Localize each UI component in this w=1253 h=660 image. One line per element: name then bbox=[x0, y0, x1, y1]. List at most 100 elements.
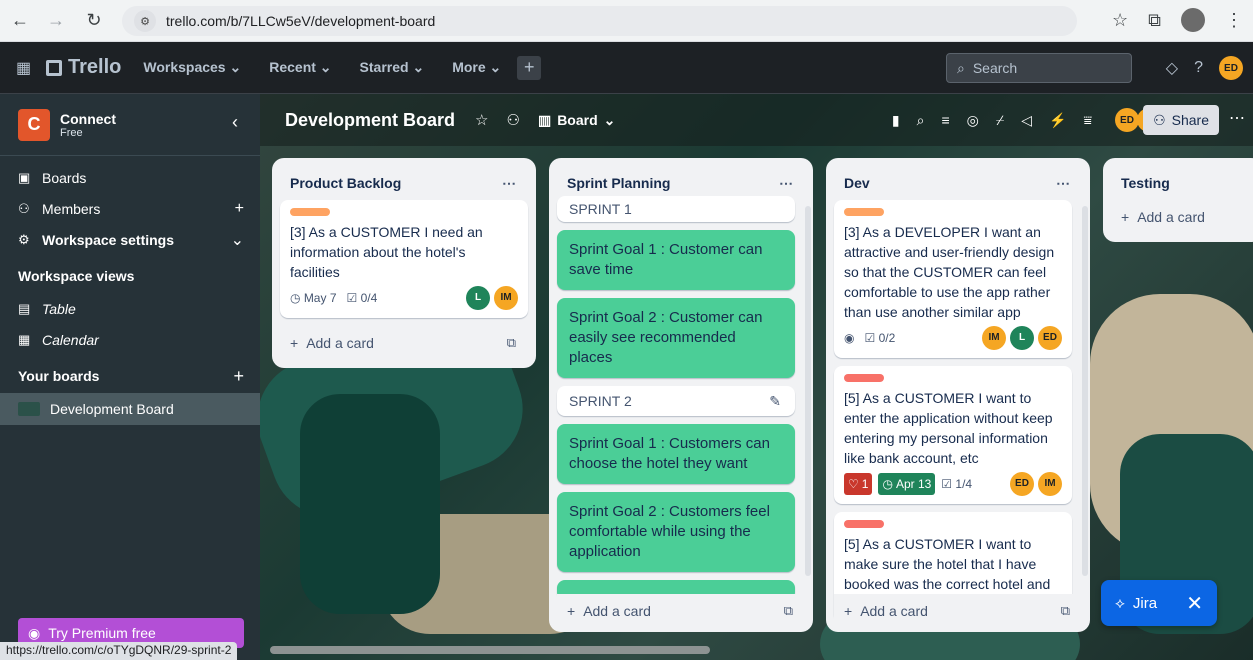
board-menu-icon[interactable]: ⋯ bbox=[1229, 108, 1245, 128]
reload-icon[interactable]: ↻ bbox=[80, 10, 108, 31]
template-icon[interactable]: ⧉ bbox=[784, 603, 793, 619]
card[interactable]: [5] As a CUSTOMER I want to enter the ap… bbox=[834, 366, 1072, 504]
member-avatar[interactable]: IM bbox=[982, 326, 1006, 350]
search-board-icon[interactable]: ⌕ bbox=[917, 112, 925, 129]
star-icon[interactable]: ☆ bbox=[475, 111, 488, 129]
template-icon[interactable]: ⧉ bbox=[1061, 603, 1070, 619]
workspace-name: Connect bbox=[60, 110, 116, 127]
settings-icon: ⚙ bbox=[18, 231, 30, 247]
board-view-icon: ▥ bbox=[537, 111, 552, 128]
list-header[interactable]: Sprint Planning ⋯ bbox=[557, 166, 805, 200]
trello-header: ▦ Trello Workspaces ⌄ Recent ⌄ Starred ⌄… bbox=[0, 42, 1253, 94]
add-card-button[interactable]: + Add a card bbox=[1111, 200, 1253, 234]
add-card-button[interactable]: + Add a card ⧉ bbox=[834, 594, 1082, 628]
list-icon[interactable]: ≡ bbox=[941, 112, 949, 128]
collapse-sidebar-icon[interactable]: ‹ bbox=[232, 112, 238, 133]
add-card-button[interactable]: + Add a card ⧉ bbox=[280, 326, 528, 360]
jira-icon: ⟡ bbox=[1115, 594, 1125, 612]
board-horizontal-scrollbar[interactable] bbox=[270, 646, 710, 654]
profile-avatar[interactable] bbox=[1181, 8, 1205, 32]
member-avatar[interactable]: ED bbox=[1038, 326, 1062, 350]
list-menu-icon[interactable]: ⋯ bbox=[1056, 175, 1070, 192]
sprint-goal-card[interactable]: Sprint Goal 2 : Customer can easily see … bbox=[557, 298, 795, 378]
card-title: [3] As a CUSTOMER I need an information … bbox=[290, 224, 483, 280]
menu-starred[interactable]: Starred ⌄ bbox=[360, 59, 425, 76]
sidebar-item-boards[interactable]: ▣ Boards bbox=[0, 162, 260, 193]
due-date-badge: ◷ May 7 bbox=[290, 291, 337, 305]
card-badges: ♡ 1 ◷ Apr 13 ☑ 1/4 ED IM bbox=[844, 472, 1062, 496]
github-icon[interactable]: ◎ bbox=[967, 112, 979, 129]
add-board-icon[interactable]: + bbox=[233, 366, 244, 387]
search-icon: ⌕ bbox=[957, 59, 965, 76]
section-card-sprint-2[interactable]: SPRINT 2 ✎ bbox=[557, 386, 795, 416]
member-avatar[interactable]: L bbox=[466, 286, 490, 310]
jira-widget[interactable]: ⟡ Jira ✕ bbox=[1101, 580, 1217, 626]
list-menu-icon[interactable]: ⋯ bbox=[779, 175, 793, 192]
search-input[interactable]: ⌕ Search bbox=[946, 53, 1132, 83]
sprint-goal-card[interactable]: Sprint Goal 1 : Customers can choose the… bbox=[557, 424, 795, 484]
list-menu-icon[interactable]: ⋯ bbox=[502, 175, 516, 192]
list-scrollbar[interactable] bbox=[1082, 206, 1088, 576]
list-scrollbar[interactable] bbox=[805, 206, 811, 576]
notifications-icon[interactable]: ◇ bbox=[1166, 58, 1178, 78]
address-bar[interactable]: ⚙ trello.com/b/7LLCw5eV/development-boar… bbox=[122, 6, 1077, 36]
send-icon[interactable]: ◁ bbox=[1021, 112, 1032, 129]
member-avatar[interactable]: ED bbox=[1010, 472, 1034, 496]
checklist-badge: ☑ 0/2 bbox=[864, 331, 896, 345]
chevron-down-icon[interactable]: ⌄ bbox=[231, 230, 244, 250]
table-icon: ▤ bbox=[18, 300, 31, 316]
filter-icon[interactable]: ⩸ bbox=[1083, 112, 1092, 129]
create-button[interactable]: + bbox=[517, 55, 542, 80]
card[interactable]: [3] As a DEVELOPER I want an attractive … bbox=[834, 200, 1072, 358]
menu-workspaces[interactable]: Workspaces ⌄ bbox=[143, 59, 241, 76]
sidebar-item-calendar[interactable]: ▦ Calendar bbox=[0, 324, 260, 355]
browser-menu-icon[interactable]: ⋮ bbox=[1225, 10, 1243, 31]
help-icon[interactable]: ? bbox=[1194, 59, 1203, 77]
list-header[interactable]: Testing bbox=[1111, 166, 1253, 200]
trello-logo[interactable]: Trello bbox=[46, 56, 121, 79]
stats-icon[interactable]: ▮ bbox=[892, 112, 900, 129]
user-avatar[interactable]: ED bbox=[1219, 56, 1243, 80]
extensions-icon[interactable]: ⧉ bbox=[1148, 10, 1161, 31]
automation-icon[interactable]: ⚡ bbox=[1049, 112, 1066, 129]
forward-icon[interactable]: → bbox=[42, 10, 70, 31]
menu-recent[interactable]: Recent ⌄ bbox=[269, 59, 331, 76]
edit-icon[interactable]: ✎ bbox=[769, 391, 781, 411]
sidebar-item-members[interactable]: ⚇ Members + bbox=[0, 193, 260, 224]
list-header[interactable]: Product Backlog ⋯ bbox=[280, 166, 528, 200]
sprint-goal-card[interactable]: Sprint Goal 1 : Customer can save time bbox=[557, 230, 795, 290]
share-button[interactable]: ⚇ Share bbox=[1143, 105, 1219, 135]
broom-icon[interactable]: ⌿ bbox=[996, 112, 1004, 129]
bookmark-star-icon[interactable]: ☆ bbox=[1112, 10, 1128, 31]
card-badges: ◷ May 7 ☑ 0/4 L IM bbox=[290, 286, 518, 310]
sidebar-item-table[interactable]: ▤ Table bbox=[0, 293, 260, 324]
workspace-sidebar: C Connect Free ‹ ▣ Boards ⚇ Members + ⚙ … bbox=[0, 94, 260, 660]
site-info-icon[interactable]: ⚙ bbox=[134, 10, 156, 32]
member-avatar[interactable]: IM bbox=[1038, 472, 1062, 496]
list-header[interactable]: Dev ⋯ bbox=[834, 166, 1082, 200]
section-card-sprint-1[interactable]: SPRINT 1 bbox=[557, 196, 795, 222]
list-sprint-planning: Sprint Planning ⋯ SPRINT 1 Sprint Goal 1… bbox=[549, 158, 813, 632]
sidebar-item-workspace-settings[interactable]: ⚙ Workspace settings ⌄ bbox=[0, 224, 260, 255]
member-avatar[interactable]: L bbox=[1010, 326, 1034, 350]
board-title[interactable]: Development Board bbox=[285, 110, 455, 131]
visibility-icon[interactable]: ⚇ bbox=[507, 111, 520, 129]
add-card-button[interactable]: + Add a card ⧉ bbox=[557, 594, 805, 628]
close-icon[interactable]: ✕ bbox=[1186, 591, 1203, 616]
plus-icon: + bbox=[844, 603, 853, 619]
sprint-goal-card[interactable]: Sprint Goal 2 : Customers feel comfortab… bbox=[557, 492, 795, 572]
add-member-icon[interactable]: + bbox=[235, 200, 244, 218]
app-switcher-icon[interactable]: ▦ bbox=[16, 58, 46, 78]
member-avatar[interactable]: IM bbox=[494, 286, 518, 310]
background-shape bbox=[300, 394, 440, 614]
browser-actions: ☆ ⧉ ⋮ bbox=[1112, 8, 1243, 32]
view-switcher[interactable]: ▥ Board ⌄ bbox=[538, 112, 615, 129]
workspace-views-heading: Workspace views bbox=[18, 268, 135, 284]
card[interactable]: [3] As a CUSTOMER I need an information … bbox=[280, 200, 528, 318]
checklist-badge: ☑ 1/4 bbox=[941, 477, 973, 491]
sidebar-board-development[interactable]: Development Board bbox=[0, 393, 260, 425]
member-avatar[interactable]: ED bbox=[1115, 108, 1139, 132]
menu-more[interactable]: More ⌄ bbox=[452, 59, 501, 76]
template-icon[interactable]: ⧉ bbox=[507, 335, 516, 351]
back-icon[interactable]: ← bbox=[6, 10, 34, 31]
